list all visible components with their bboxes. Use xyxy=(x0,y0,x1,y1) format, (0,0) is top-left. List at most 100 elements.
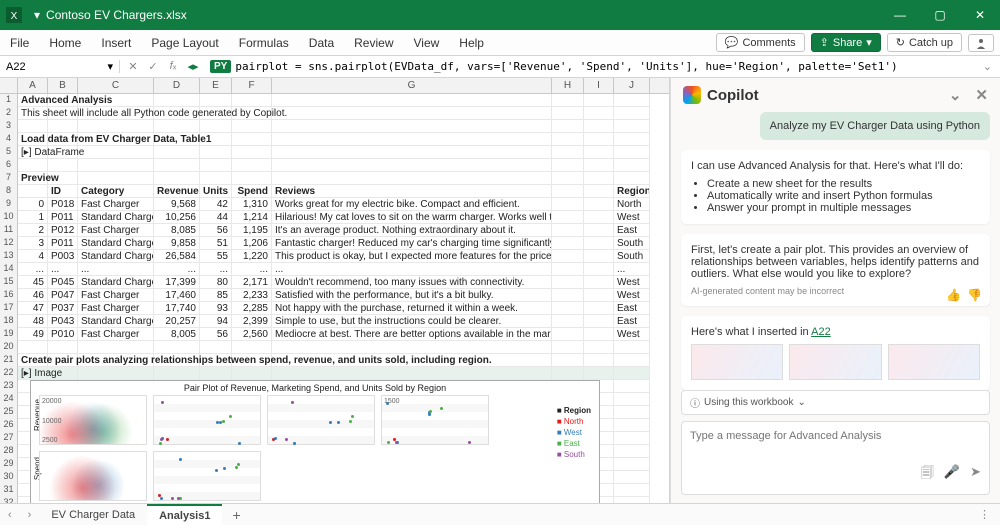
cell[interactable] xyxy=(232,146,272,159)
thumb-down-icon[interactable]: 👎 xyxy=(967,288,982,302)
cell[interactable] xyxy=(584,367,614,380)
cell[interactable]: 8,005 xyxy=(154,328,200,341)
ribbon-tab-data[interactable]: Data xyxy=(299,30,344,55)
col-header-H[interactable]: H xyxy=(552,78,584,93)
cell[interactable] xyxy=(552,146,584,159)
row-header[interactable]: 16 xyxy=(0,289,18,302)
sheet-more-icon[interactable]: ⋮ xyxy=(979,508,1000,521)
cell[interactable]: ... xyxy=(272,263,552,276)
cell[interactable]: Standard Charger xyxy=(78,315,154,328)
cell[interactable] xyxy=(584,250,614,263)
row-header[interactable]: 9 xyxy=(0,198,18,211)
cell[interactable]: Preview xyxy=(18,172,48,185)
cell[interactable]: Simple to use, but the instructions coul… xyxy=(272,315,552,328)
cell[interactable] xyxy=(18,120,48,133)
cell[interactable] xyxy=(552,224,584,237)
cell[interactable]: Advanced Analysis xyxy=(18,94,48,107)
cell[interactable]: 26,584 xyxy=(154,250,200,263)
cell[interactable] xyxy=(614,380,650,393)
cell[interactable] xyxy=(584,133,614,146)
cell[interactable] xyxy=(614,419,650,432)
cell[interactable] xyxy=(232,133,272,146)
row-header[interactable]: 6 xyxy=(0,159,18,172)
cell[interactable] xyxy=(614,133,650,146)
cell[interactable] xyxy=(272,133,552,146)
cell[interactable]: 51 xyxy=(200,237,232,250)
cell[interactable]: West xyxy=(614,289,650,302)
cell[interactable]: 1,220 xyxy=(232,250,272,263)
copilot-ribbon-button[interactable] xyxy=(968,34,994,52)
col-header-I[interactable]: I xyxy=(584,78,614,93)
cell[interactable] xyxy=(78,341,154,354)
cell[interactable] xyxy=(614,107,650,120)
cell[interactable] xyxy=(18,159,48,172)
row-header[interactable]: 1 xyxy=(0,94,18,107)
cell[interactable]: 1,195 xyxy=(232,224,272,237)
cell[interactable] xyxy=(232,120,272,133)
cell[interactable] xyxy=(614,159,650,172)
cell[interactable]: ... xyxy=(232,263,272,276)
cell[interactable] xyxy=(154,341,200,354)
cell[interactable]: 45 xyxy=(18,276,48,289)
cell[interactable]: 42 xyxy=(200,198,232,211)
worksheet[interactable]: A B C D E F G H I J 1Advanced Analysis2T… xyxy=(0,78,670,503)
cell[interactable] xyxy=(552,172,584,185)
cell[interactable] xyxy=(552,120,584,133)
cell[interactable]: Fast Charger xyxy=(78,302,154,315)
cell[interactable]: East xyxy=(614,302,650,315)
cell[interactable]: South xyxy=(614,237,650,250)
cell[interactable]: Fast Charger xyxy=(78,328,154,341)
cell[interactable]: Revenue xyxy=(154,185,200,198)
cell[interactable]: 1,214 xyxy=(232,211,272,224)
cell[interactable] xyxy=(584,341,614,354)
cell[interactable]: West xyxy=(614,211,650,224)
cell[interactable]: P018 xyxy=(48,198,78,211)
row-header[interactable]: 24 xyxy=(0,393,18,406)
cell[interactable]: 46 xyxy=(18,289,48,302)
copilot-thumbnail[interactable] xyxy=(691,344,783,380)
row-header[interactable]: 4 xyxy=(0,133,18,146)
add-sheet-button[interactable]: + xyxy=(222,507,250,523)
cell[interactable]: 47 xyxy=(18,302,48,315)
comments-button[interactable]: 💬Comments xyxy=(716,33,805,52)
formula-input[interactable]: pairplot = sns.pairplot(EVData_df, vars=… xyxy=(235,60,982,73)
cell[interactable] xyxy=(552,159,584,172)
cell[interactable]: 4 xyxy=(18,250,48,263)
sheet-nav-prev-icon[interactable]: ‹ xyxy=(0,509,20,521)
restore-button[interactable]: ▢ xyxy=(920,0,960,30)
cell[interactable]: 3 xyxy=(18,237,48,250)
cell[interactable] xyxy=(154,94,200,107)
cell[interactable]: 9,858 xyxy=(154,237,200,250)
row-header[interactable]: 14 xyxy=(0,263,18,276)
cell[interactable]: 94 xyxy=(200,315,232,328)
copilot-close-icon[interactable]: ✕ xyxy=(975,86,988,104)
cell[interactable] xyxy=(48,159,78,172)
row-header[interactable]: 11 xyxy=(0,224,18,237)
sheet-tab-analysis1[interactable]: Analysis1 xyxy=(147,504,222,525)
cell[interactable] xyxy=(154,172,200,185)
cell[interactable]: 17,740 xyxy=(154,302,200,315)
cell[interactable]: Fast Charger xyxy=(78,224,154,237)
cell[interactable] xyxy=(18,185,48,198)
copilot-text-input[interactable] xyxy=(690,430,981,442)
cell[interactable] xyxy=(584,315,614,328)
row-header[interactable]: 5 xyxy=(0,146,18,159)
cell[interactable] xyxy=(78,172,154,185)
cell[interactable]: P011 xyxy=(48,211,78,224)
cell[interactable] xyxy=(584,263,614,276)
cell[interactable] xyxy=(584,289,614,302)
cell[interactable] xyxy=(200,94,232,107)
cell[interactable] xyxy=(78,367,154,380)
cell[interactable] xyxy=(272,367,552,380)
cell[interactable]: Works great for my electric bike. Compac… xyxy=(272,198,552,211)
chevron-down-icon[interactable]: ▾ xyxy=(107,60,113,73)
cell[interactable]: This product is okay, but I expected mor… xyxy=(272,250,552,263)
cell[interactable] xyxy=(232,172,272,185)
ribbon-tab-help[interactable]: Help xyxy=(449,30,494,55)
cell[interactable] xyxy=(552,328,584,341)
cell[interactable]: Region xyxy=(614,185,650,198)
cell[interactable]: 20,257 xyxy=(154,315,200,328)
attach-icon[interactable]: 🗐 xyxy=(921,464,934,486)
cell[interactable]: South xyxy=(614,250,650,263)
ribbon-tab-formulas[interactable]: Formulas xyxy=(229,30,299,55)
